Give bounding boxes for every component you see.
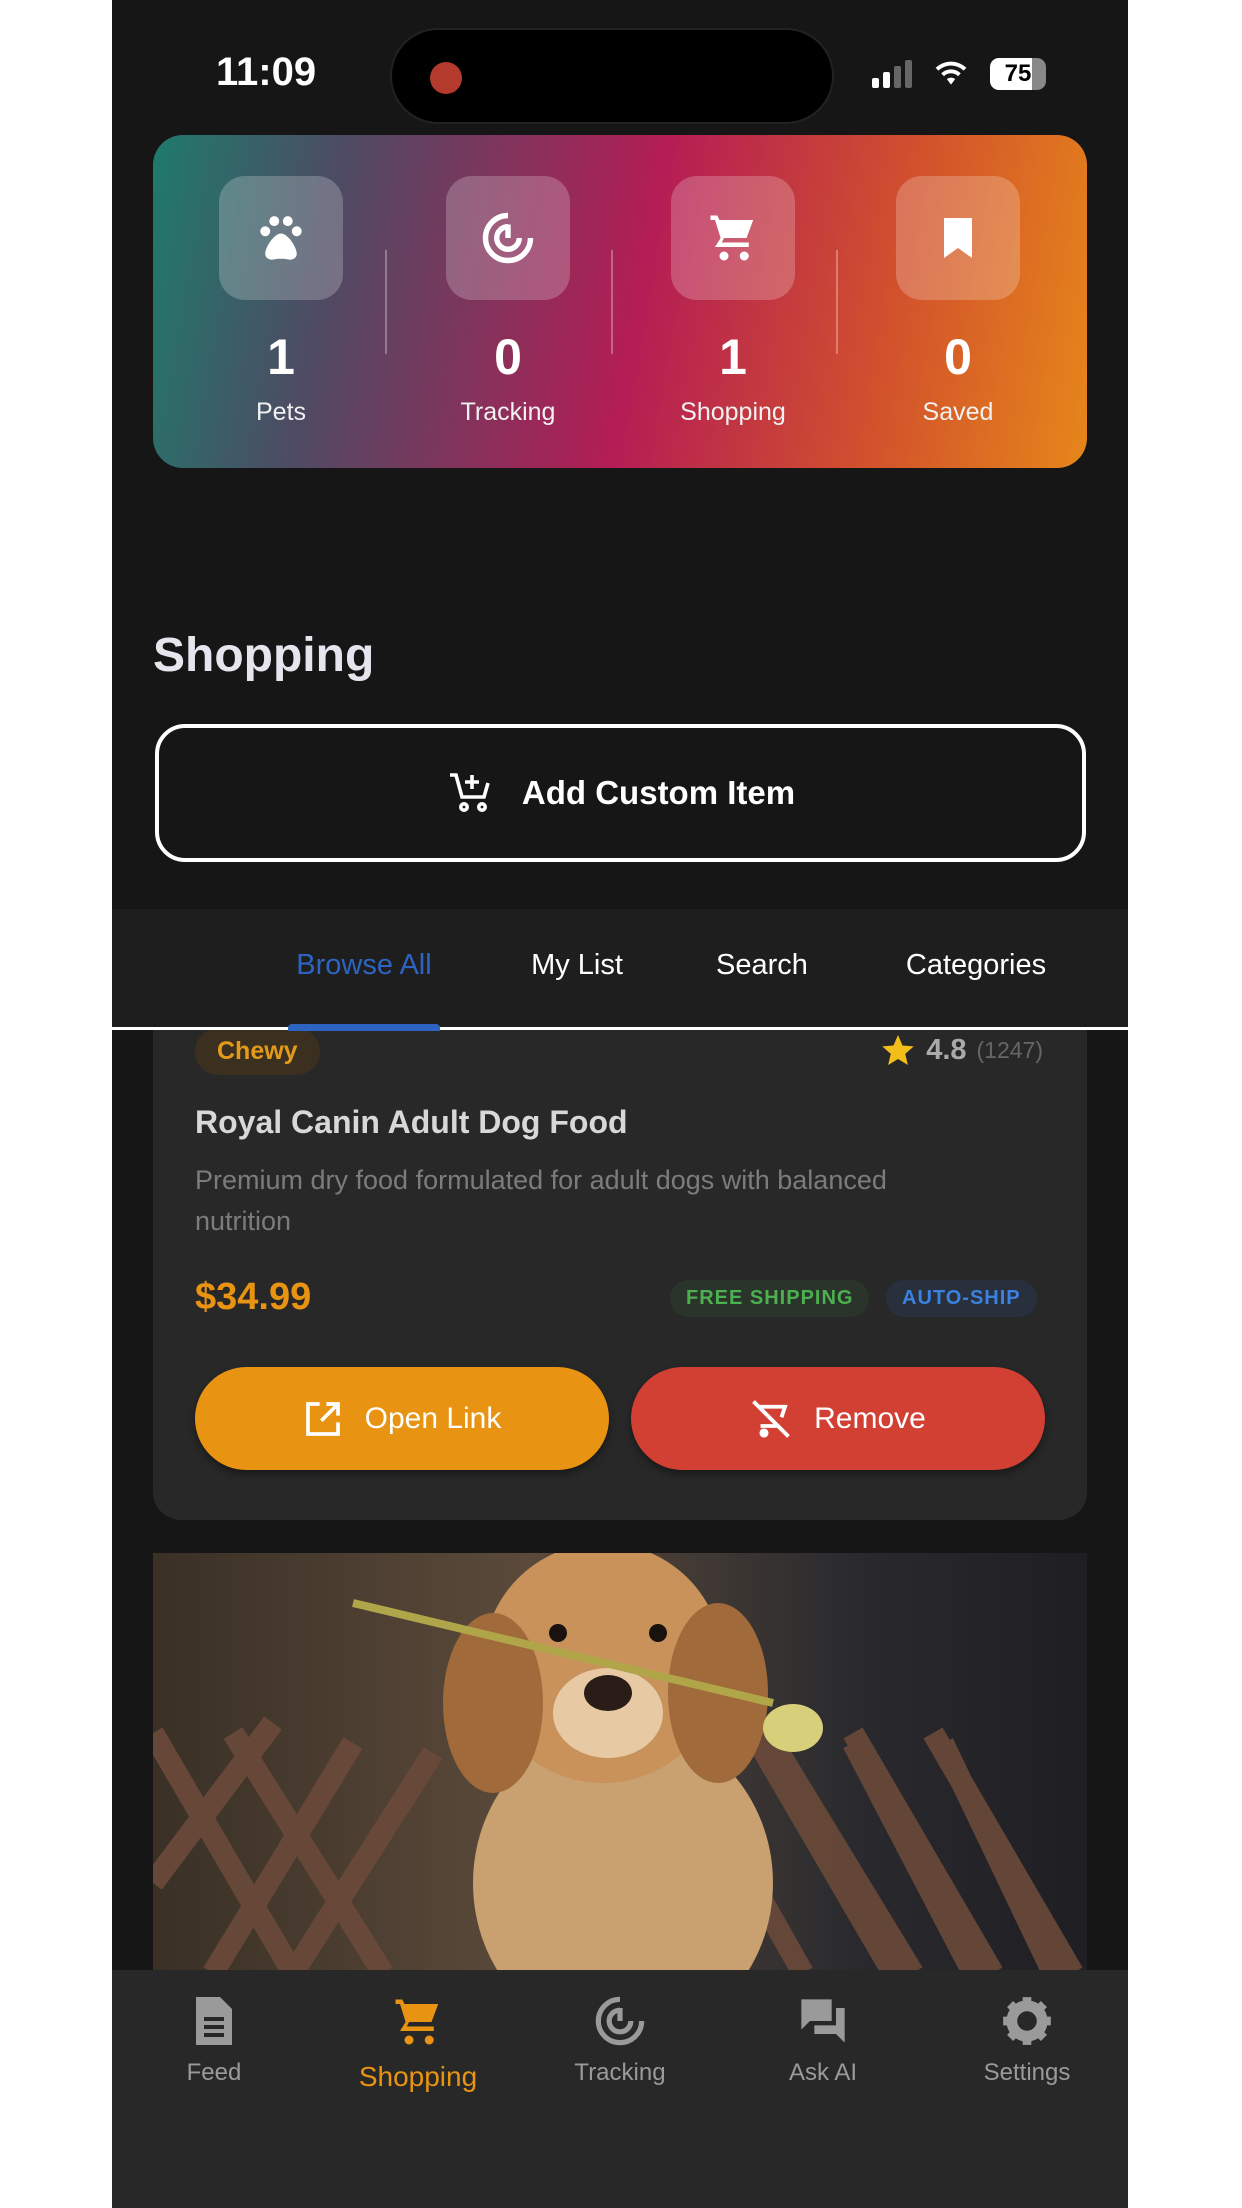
external-link-icon xyxy=(305,1401,340,1436)
product-description: Premium dry food formulated for adult do… xyxy=(195,1165,887,1236)
rating: 4.8 (1247) xyxy=(880,1032,1043,1068)
recording-indicator-icon xyxy=(430,62,462,94)
radar-icon xyxy=(595,1996,645,2046)
nav-feed[interactable]: Feed xyxy=(124,1995,304,2087)
divider xyxy=(611,250,613,354)
nav-tracking[interactable]: Tracking xyxy=(530,1995,710,2087)
star-icon xyxy=(882,1035,914,1065)
nav-ask-ai[interactable]: Ask AI xyxy=(733,1995,913,2087)
gear-icon xyxy=(1003,1997,1051,2045)
add-custom-item-button[interactable]: Add Custom Item xyxy=(155,724,1086,862)
stat-saved[interactable]: 0 Saved xyxy=(858,135,1058,427)
remove-cart-icon xyxy=(752,1399,791,1438)
radar-icon xyxy=(482,212,534,264)
chat-icon xyxy=(801,1999,845,2043)
paw-icon xyxy=(260,216,302,260)
section-title: Shopping xyxy=(153,629,375,682)
auto-ship-badge: AUTO-SHIP xyxy=(886,1280,1037,1317)
cart-icon xyxy=(395,1999,439,2045)
nav-settings[interactable]: Settings xyxy=(937,1995,1117,2087)
free-shipping-badge: FREE SHIPPING xyxy=(670,1280,870,1317)
nav-shopping[interactable]: Shopping xyxy=(328,1995,508,2093)
divider xyxy=(836,250,838,354)
stats-card: 1 Pets 0 Tracking 1 Shopping 0 Saved xyxy=(153,135,1087,468)
dynamic-island xyxy=(390,28,834,124)
status-time: 11:09 xyxy=(216,50,317,94)
tab-bar: Browse All My List Search Categories xyxy=(112,909,1128,1031)
stat-shopping[interactable]: 1 Shopping xyxy=(633,135,833,427)
battery-icon: 75 xyxy=(990,58,1046,90)
tab-my-list[interactable]: My List xyxy=(531,949,623,982)
product-card: Chewy 4.8 (1247) Royal Canin Adult Dog F… xyxy=(153,1000,1087,1520)
stat-pets[interactable]: 1 Pets xyxy=(181,135,381,427)
wifi-icon xyxy=(934,58,968,94)
remove-button[interactable]: Remove xyxy=(631,1367,1045,1470)
feed-icon xyxy=(196,1997,232,2045)
tab-search[interactable]: Search xyxy=(716,949,808,982)
tab-browse-all[interactable]: Browse All xyxy=(296,949,431,982)
product-title: Royal Canin Adult Dog Food xyxy=(195,1104,628,1140)
divider xyxy=(385,250,387,354)
tab-categories[interactable]: Categories xyxy=(906,949,1046,982)
phone-screen: 11:09 75 1 Pets 0 Tracking 1 Shopping 0 … xyxy=(112,0,1128,2208)
bookmark-icon xyxy=(944,218,972,258)
product-image[interactable] xyxy=(153,1553,1087,1973)
signal-icon xyxy=(872,60,912,88)
store-badge: Chewy xyxy=(195,1028,320,1075)
cart-icon xyxy=(710,215,754,261)
active-tab-indicator xyxy=(288,1024,440,1031)
product-price: $34.99 xyxy=(195,1276,312,1318)
open-link-button[interactable]: Open Link xyxy=(195,1367,609,1470)
stat-tracking[interactable]: 0 Tracking xyxy=(408,135,608,427)
bottom-nav: Feed Shopping Tracking Ask AI Settings xyxy=(112,1970,1128,2208)
add-cart-icon xyxy=(449,773,490,812)
